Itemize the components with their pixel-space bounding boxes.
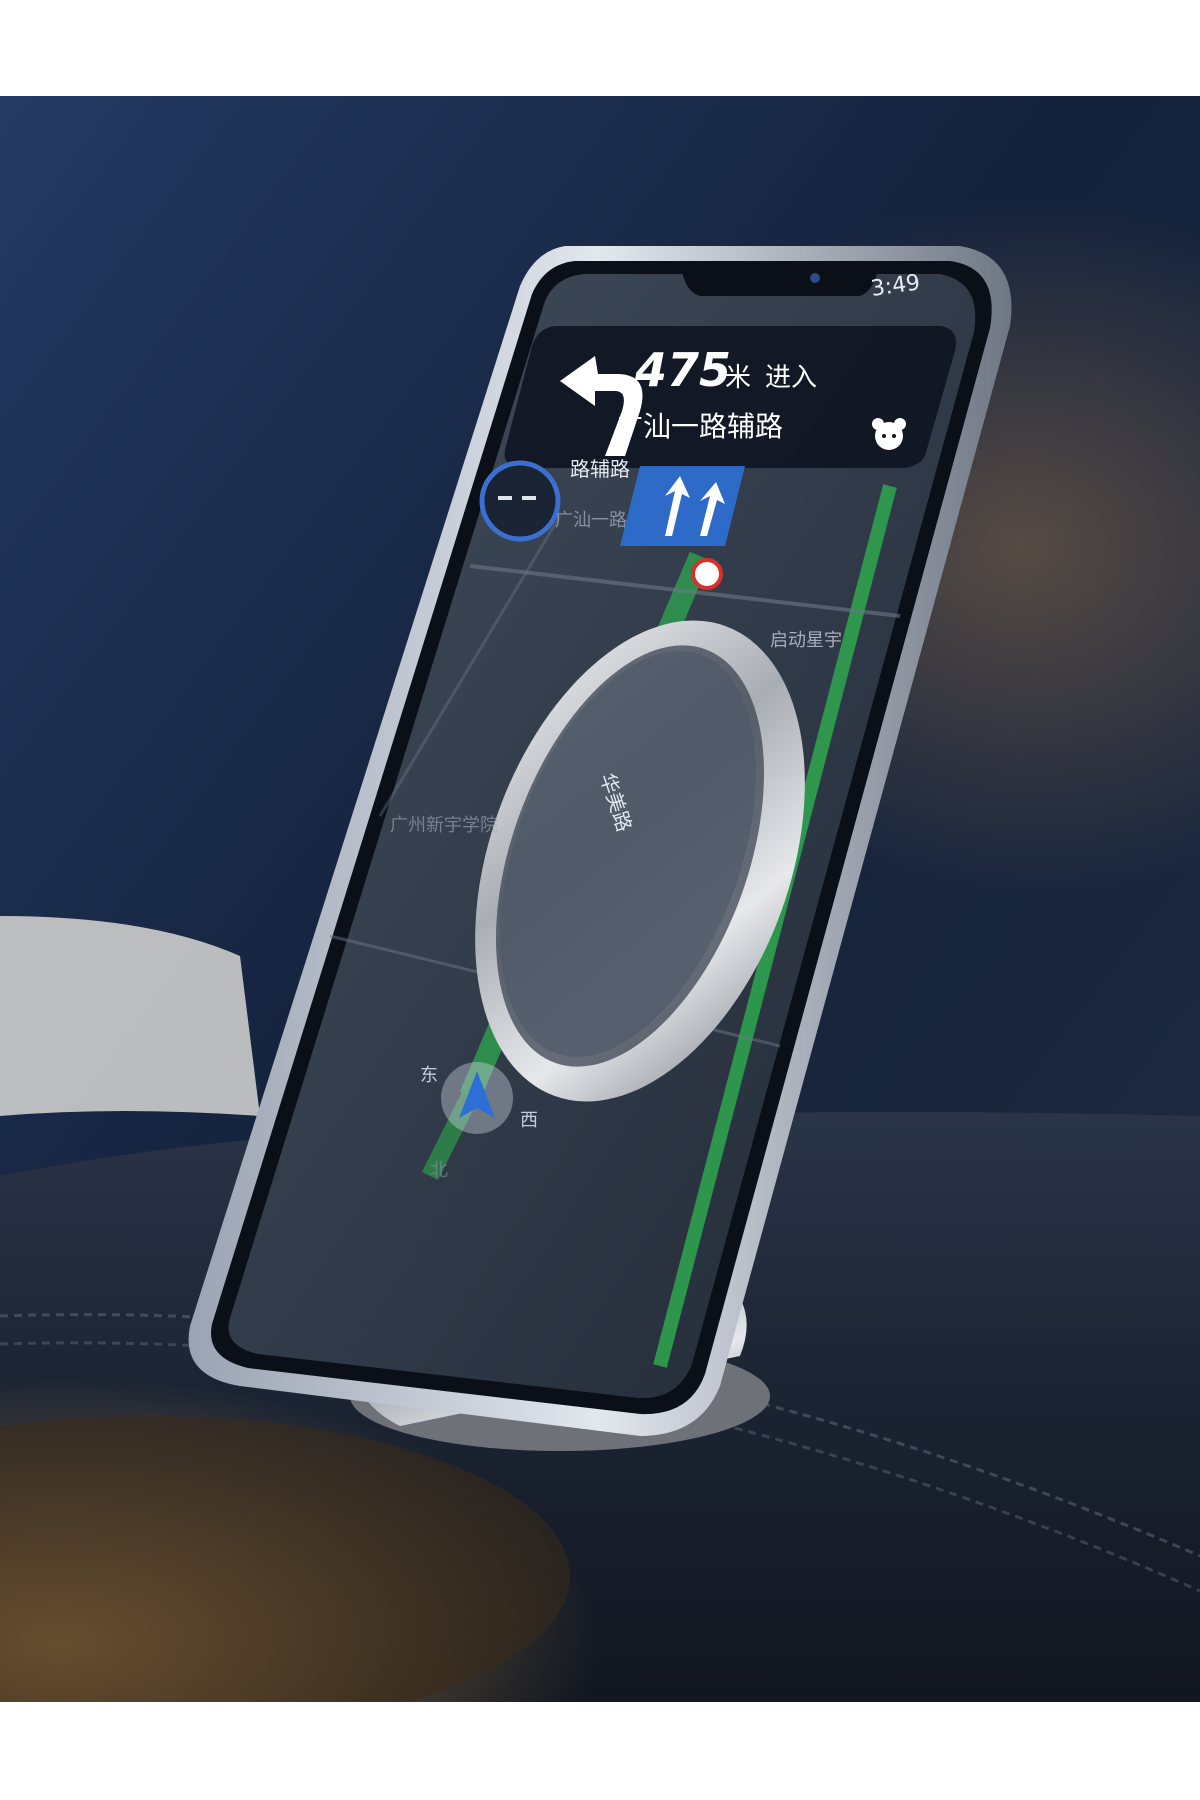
distance-unit: 米 (725, 363, 751, 393)
distance-number: 475 (634, 343, 731, 397)
compass-east: 东 (420, 1065, 438, 1086)
poi-label-2: 广州新宇学院 (390, 815, 498, 836)
road-label-top: 路辅路 (570, 457, 630, 481)
product-photo: 3:49 475 米 进入 广汕一路辅路 路辅路 广汕一路 华美路 启动星宇 广… (0, 96, 1200, 1702)
nav-action: 进入 (765, 363, 817, 393)
compass-north: 北 (430, 1160, 448, 1181)
lane-sign (620, 466, 745, 546)
nav-road-name: 广汕一路辅路 (615, 410, 783, 443)
navigation-arrow-icon (441, 1062, 513, 1134)
speed-limit-circle (479, 460, 561, 542)
poi-label-1: 启动星宇 (770, 630, 842, 651)
road-label-side: 广汕一路 (555, 510, 627, 531)
compass-west: 西 (520, 1110, 538, 1131)
camera-warning-icon (691, 558, 723, 590)
